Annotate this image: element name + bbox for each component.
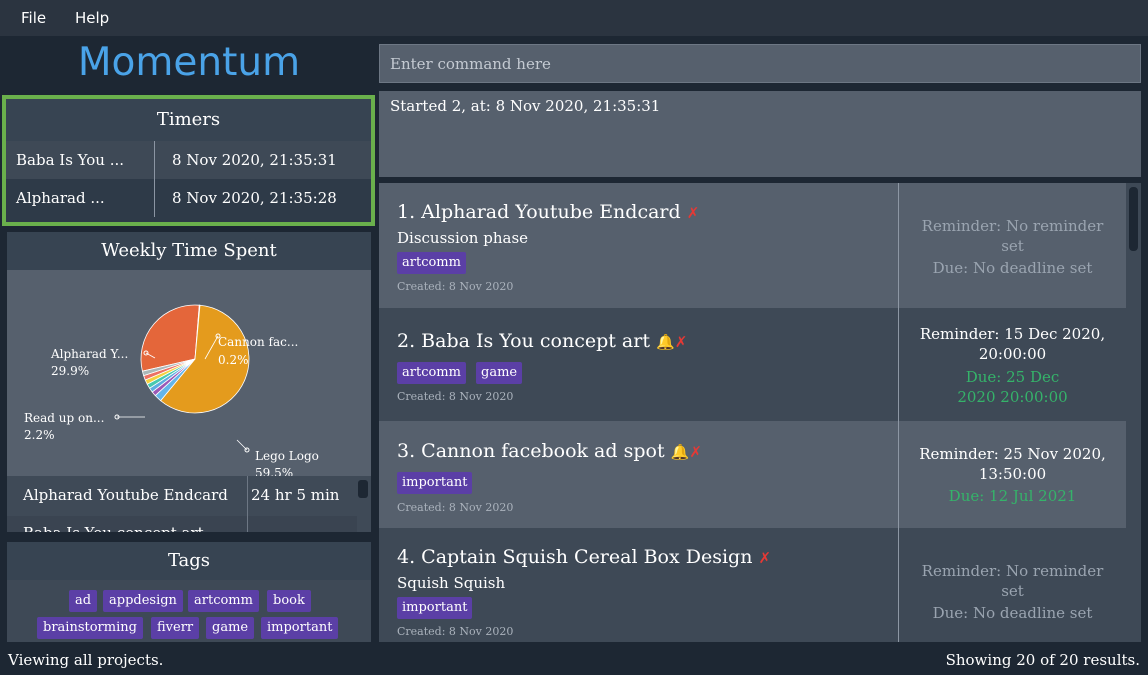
weekly-pie-chart: Alpharad Y... 29.9% Cannon fac... 0.2% R… — [24, 304, 319, 476]
project-tag[interactable]: game — [476, 362, 523, 384]
project-reminder: Reminder: No reminder set — [921, 217, 1104, 255]
project-created: Created: 8 Nov 2020 — [397, 625, 514, 638]
project-due: Due: 12 Jul 2021 — [948, 487, 1077, 505]
project-name-cell: Baba Is You concept art — [23, 524, 204, 532]
pie-label-read-pct: 2.2% — [24, 428, 55, 442]
timers-panel: Timers Baba Is You ... 8 Nov 2020, 21:35… — [2, 95, 375, 226]
project-title: 2. Baba Is You concept art 🔔✗ — [397, 330, 688, 352]
not-completed-icon: ✗ — [686, 204, 700, 222]
project-tag[interactable]: artcomm — [397, 362, 466, 384]
project-card[interactable]: 2. Baba Is You concept art 🔔✗ artcomm ga… — [379, 308, 1126, 421]
project-reminder: Reminder: 25 Nov 2020, 13:50:00 — [919, 445, 1106, 483]
tag-chip[interactable]: ad — [69, 590, 98, 612]
timer-row[interactable]: Baba Is You ... 8 Nov 2020, 21:35:31 — [6, 141, 371, 179]
pie-label-lego-pct: 59.5% — [255, 466, 293, 476]
not-completed-icon: ✗ — [674, 333, 688, 351]
pie-label-cannon-name: Cannon fac... — [218, 335, 298, 349]
pie-label-alpharad-pct: 29.9% — [51, 364, 89, 378]
scrollbar-thumb[interactable] — [1129, 187, 1138, 251]
project-list-scrollbar[interactable] — [1126, 183, 1141, 642]
pie-label-cannon-pct: 0.2% — [218, 353, 249, 367]
project-due: Due: 25 Dec 2020 20:00:00 — [957, 368, 1068, 406]
tag-chip[interactable]: important — [261, 617, 339, 639]
not-completed-icon: ✗ — [758, 549, 772, 567]
project-created: Created: 8 Nov 2020 — [397, 501, 514, 514]
reminder-bell-icon: 🔔 — [656, 333, 675, 351]
table-row[interactable]: Alpharad Youtube Endcard 24 hr 5 min — [7, 476, 357, 514]
result-text: Started 2, at: 8 Nov 2020, 21:35:31 — [390, 97, 661, 115]
tag-chip[interactable]: artcomm — [188, 590, 259, 612]
project-created: Created: 8 Nov 2020 — [397, 280, 514, 293]
tag-chip[interactable]: appdesign — [103, 590, 183, 612]
column-divider — [154, 179, 155, 217]
duration-cell: 24 hr 5 min — [251, 486, 340, 504]
project-description: Squish Squish — [397, 574, 506, 592]
menu-help[interactable]: Help — [75, 9, 109, 27]
project-card[interactable]: 3. Cannon facebook ad spot 🔔✗ important … — [379, 421, 1126, 528]
results-count: Showing 20 of 20 results. — [945, 651, 1140, 669]
timer-row[interactable]: Alpharad ... 8 Nov 2020, 21:35:28 — [6, 179, 371, 217]
weekly-time-header: Weekly Time Spent — [7, 232, 371, 270]
table-scrollbar-thumb[interactable] — [358, 480, 368, 498]
project-title: 3. Cannon facebook ad spot 🔔✗ — [397, 440, 702, 462]
pie-label-read-name: Read up on... — [24, 411, 104, 425]
timer-name: Baba Is You ... — [16, 151, 125, 169]
tags-panel: Tags ad appdesign artcomm book brainstor… — [7, 542, 371, 642]
tag-chip[interactable]: brainstorming — [37, 617, 143, 639]
project-card[interactable]: 1. Alpharad Youtube Endcard ✗ Discussion… — [379, 183, 1126, 308]
project-due: Due: No deadline set — [932, 604, 1093, 622]
project-reminder: Reminder: 15 Dec 2020, 20:00:00 — [919, 325, 1106, 363]
project-reminder: Reminder: No reminder set — [921, 562, 1104, 600]
pie-label-lego-name: Lego Logo — [255, 449, 319, 463]
project-tag[interactable]: important — [397, 472, 473, 494]
not-completed-icon: ✗ — [689, 443, 702, 461]
project-name-cell: Alpharad Youtube Endcard — [23, 486, 228, 504]
app-title: Momentum — [77, 40, 301, 85]
timer-name: Alpharad ... — [16, 189, 105, 207]
column-divider — [247, 476, 248, 532]
project-card[interactable]: 4. Captain Squish Cereal Box Design ✗ Sq… — [379, 528, 1126, 642]
tag-chip[interactable]: fiverr — [151, 617, 200, 639]
tag-chip[interactable]: game — [206, 617, 255, 639]
weekly-time-panel: Weekly Time Spent Alpharad Y... 29.9% Ca… — [7, 232, 371, 532]
project-title: 4. Captain Squish Cereal Box Design ✗ — [397, 546, 772, 568]
project-created: Created: 8 Nov 2020 — [397, 390, 514, 403]
menu-bar: File Help — [0, 0, 1148, 36]
result-display: Started 2, at: 8 Nov 2020, 21:35:31 — [379, 91, 1141, 177]
timer-time: 8 Nov 2020, 21:35:31 — [172, 151, 337, 169]
timer-time: 8 Nov 2020, 21:35:28 — [172, 189, 337, 207]
timers-header: Timers — [6, 99, 371, 141]
table-row[interactable]: Baba Is You concept art — [7, 516, 357, 532]
status-message: Viewing all projects. — [8, 651, 164, 669]
project-due: Due: No deadline set — [932, 259, 1093, 277]
project-title: 1. Alpharad Youtube Endcard ✗ — [397, 201, 700, 223]
project-tag[interactable]: important — [397, 597, 473, 619]
tag-chip[interactable]: book — [267, 590, 311, 612]
weekly-time-table: Alpharad Youtube Endcard 24 hr 5 min Bab… — [7, 476, 371, 532]
command-input[interactable] — [379, 44, 1141, 83]
pie-label-alpharad-name: Alpharad Y... — [50, 347, 128, 361]
project-description: Discussion phase — [397, 229, 529, 247]
tags-header: Tags — [7, 542, 371, 580]
project-tag[interactable]: artcomm — [397, 252, 466, 274]
reminder-bell-icon: 🔔 — [670, 443, 690, 461]
column-divider — [154, 141, 155, 179]
menu-file[interactable]: File — [21, 9, 46, 27]
project-list[interactable]: 1. Alpharad Youtube Endcard ✗ Discussion… — [379, 183, 1141, 642]
